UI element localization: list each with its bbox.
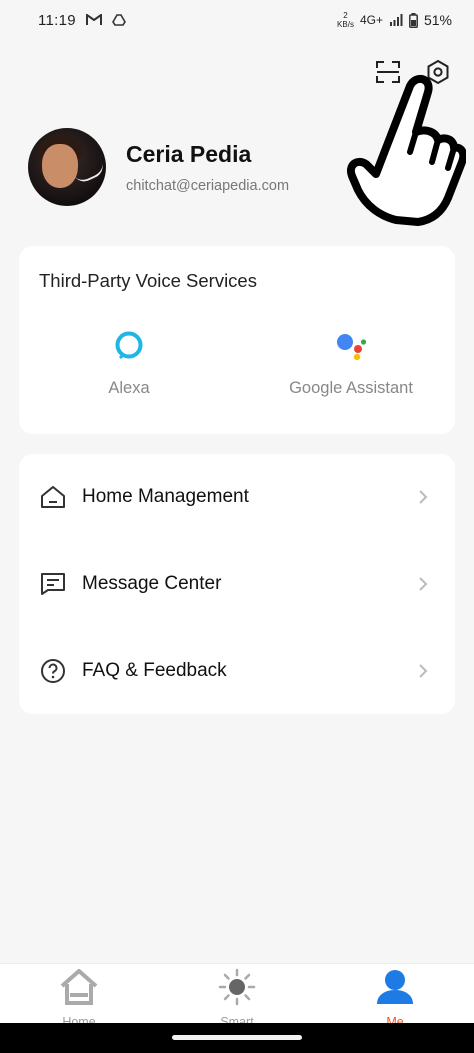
pointing-hand-icon [346,70,468,230]
signal-icon [389,14,403,26]
menu-item-label: Home Management [82,486,249,507]
question-icon [39,657,67,685]
profile-section[interactable]: Ceria Pedia chitchat@ceriapedia.com [28,128,289,206]
profile-name: Ceria Pedia [126,140,252,167]
net-rate-value: 2 [343,11,348,20]
battery-icon [409,12,418,28]
sun-icon [217,968,257,1011]
menu-item-message-center[interactable]: Message Center [19,541,455,627]
voice-services-card: Third-Party Voice Services Alexa Google … [19,246,455,434]
tab-me[interactable]: Me [316,964,474,1029]
network-type: 4G+ [359,13,383,27]
menu-item-label: Message Center [82,573,222,594]
message-icon [39,570,67,598]
alexa-icon [114,330,144,365]
person-icon [375,968,415,1011]
status-bar: 11:19 2 KB/s 4G+ 51% [0,0,474,40]
drive-icon [111,14,126,26]
menu-item-home-management[interactable]: Home Management [19,454,455,540]
net-rate-unit: KB/s [337,20,354,29]
bottom-tab-bar: Home Smart Me [0,963,474,1029]
network-rate: 2 KB/s [337,11,354,29]
system-nav-bar [0,1023,474,1053]
menu-card: Home Management Message Center FAQ & Fee… [19,454,455,714]
profile-email: chitchat@ceriapedia.com [126,177,290,194]
chevron-right-icon [415,576,431,592]
chevron-right-icon [415,489,431,505]
status-time: 11:19 [38,11,76,29]
home-tab-icon [59,968,99,1011]
tab-smart[interactable]: Smart [158,964,316,1029]
gmail-icon [85,14,102,26]
menu-item-label: FAQ & Feedback [82,660,227,681]
voice-services-title: Third-Party Voice Services [39,270,257,291]
home-icon [39,483,67,511]
chevron-right-icon [415,663,431,679]
alexa-service[interactable]: Alexa [89,330,169,398]
alexa-label: Alexa [108,379,150,397]
google-assistant-service[interactable]: Google Assistant [271,330,431,398]
home-gesture-pill[interactable] [172,1035,302,1040]
google-assistant-icon [335,330,367,365]
menu-item-faq-feedback[interactable]: FAQ & Feedback [19,628,455,714]
battery-level: 51% [423,12,452,28]
tab-home[interactable]: Home [0,964,158,1029]
avatar[interactable] [28,128,106,206]
google-assistant-label: Google Assistant [289,379,413,397]
